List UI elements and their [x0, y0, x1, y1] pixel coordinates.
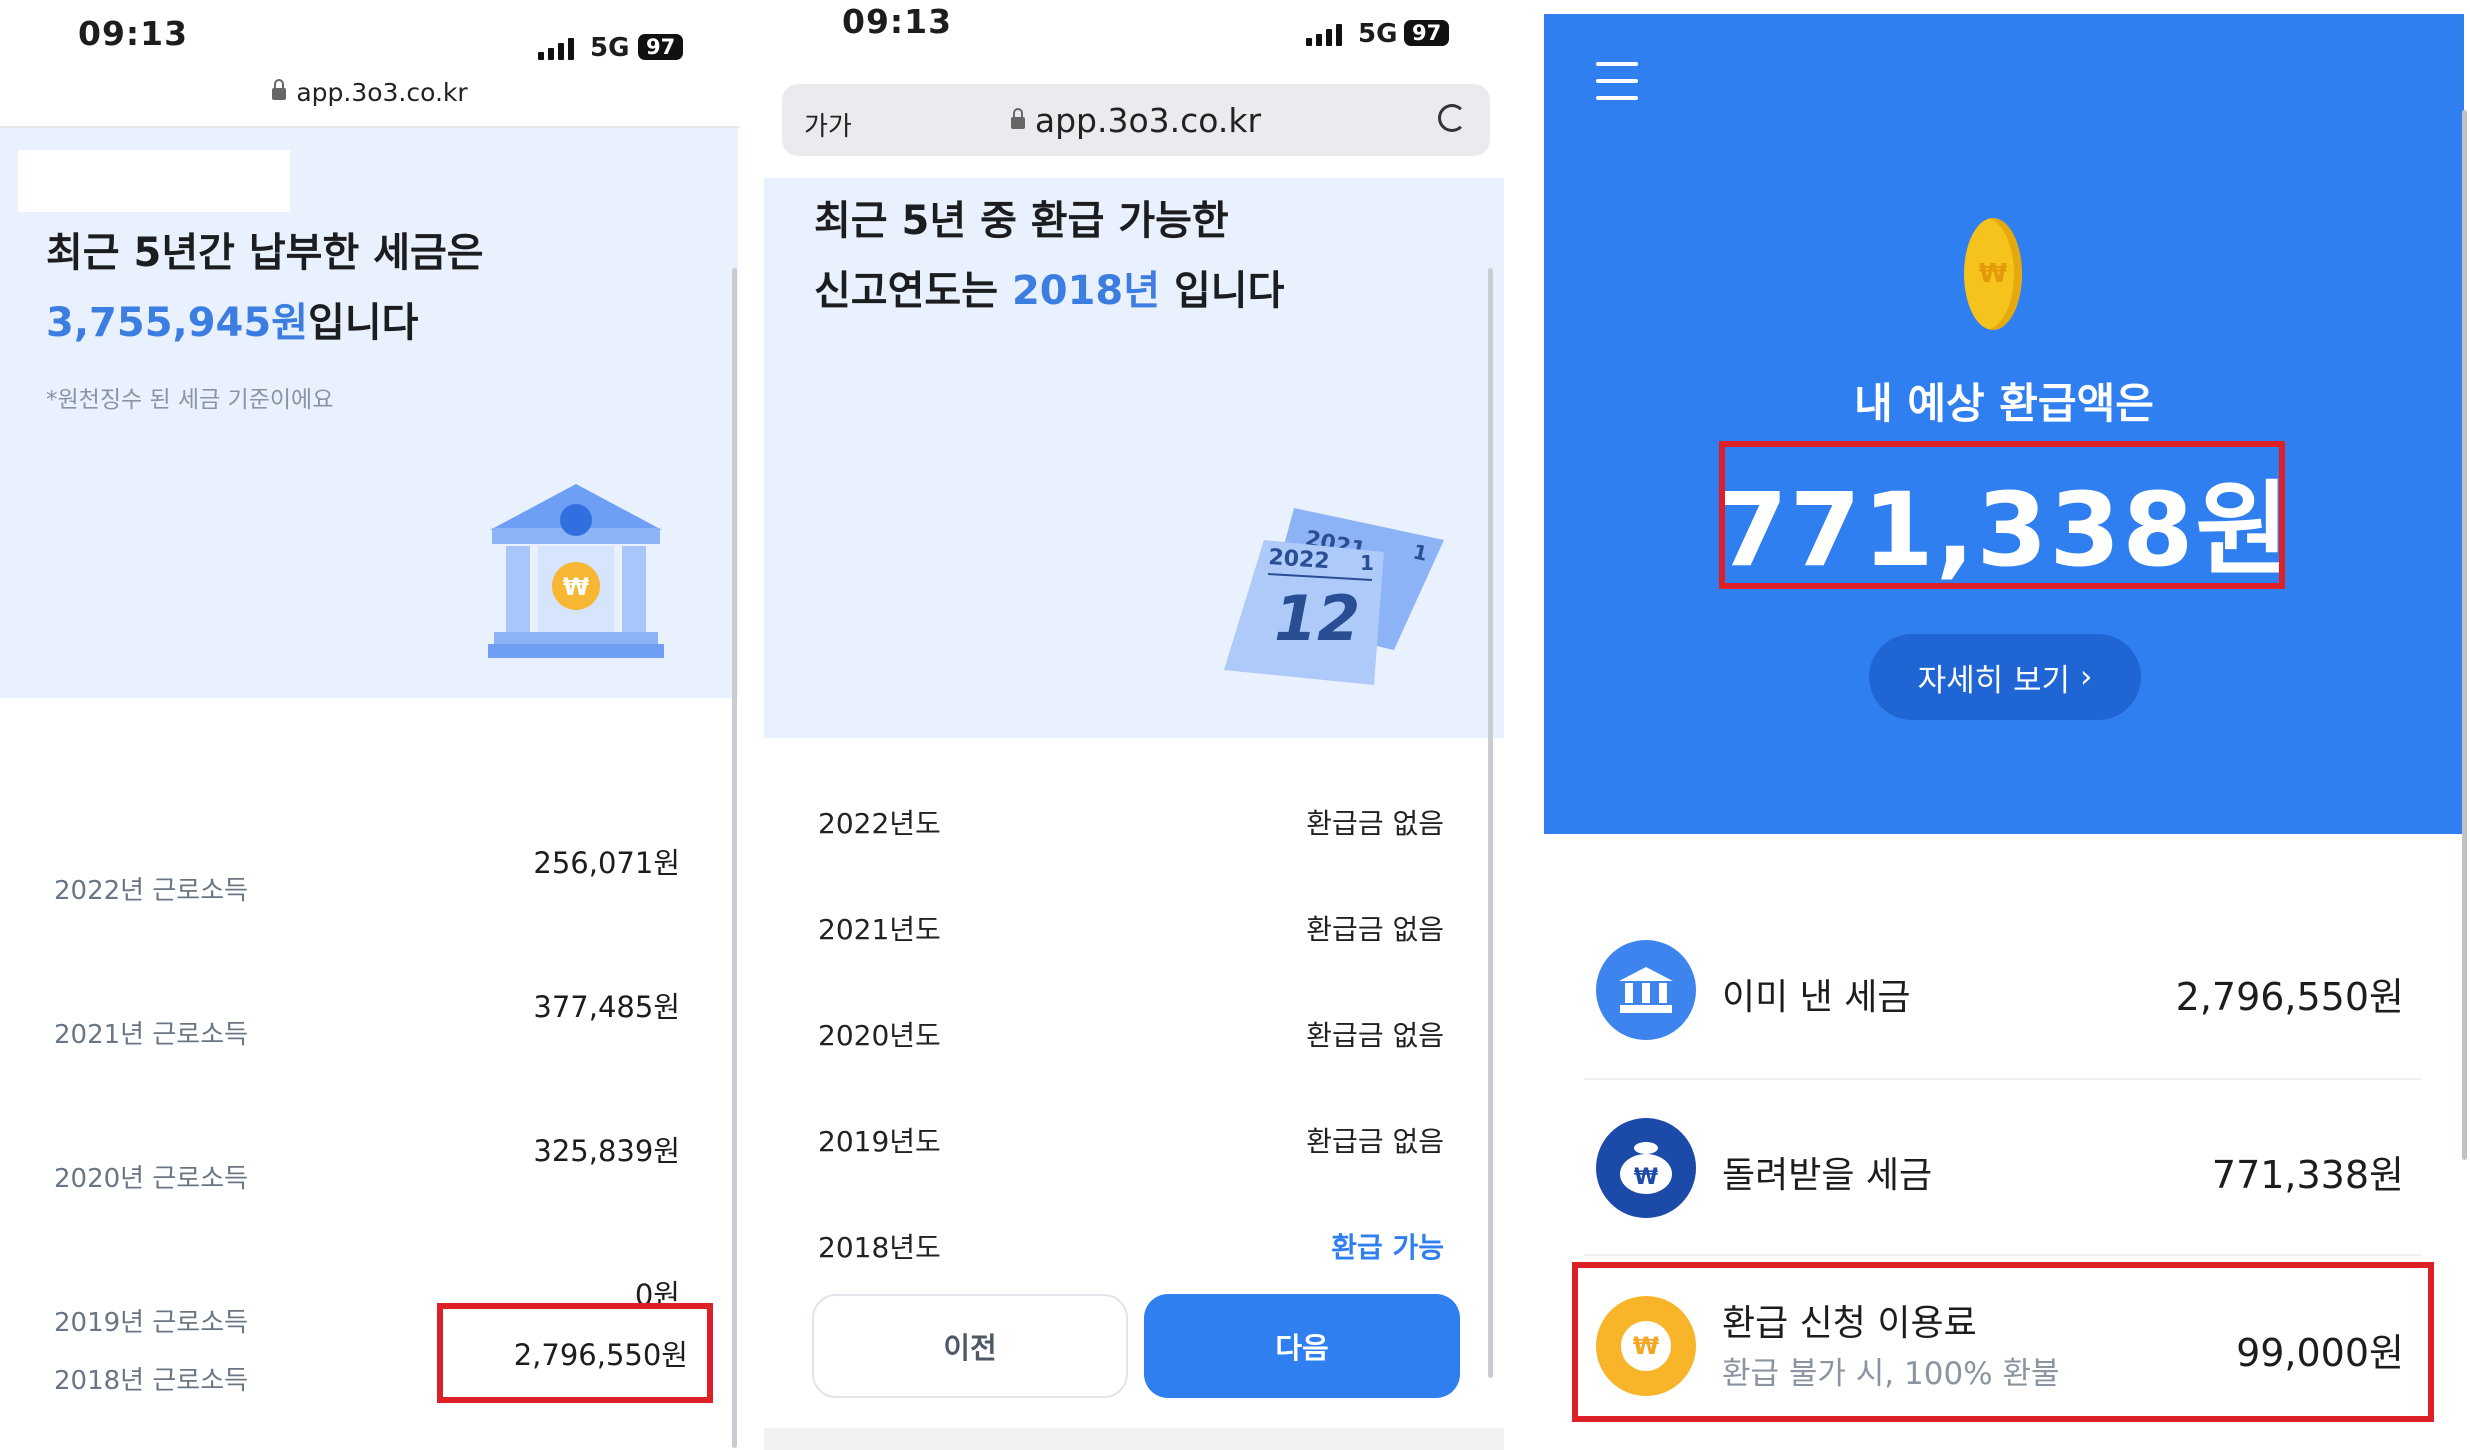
row-label: 2020년 근로소득	[54, 1164, 249, 1194]
status-bar: 09:13 5G 97	[764, 0, 1504, 70]
row-value: 256,071원	[533, 846, 680, 880]
year-status: 환급금 없음	[1306, 913, 1444, 946]
status-bar: 09:13 5G 97	[0, 0, 740, 70]
divider	[1584, 1254, 2422, 1256]
next-button[interactable]: 다음	[1144, 1294, 1460, 1398]
title-line-1: 최근 5년간 납부한 세금은	[46, 230, 484, 276]
refund-summary-panel: ₩ 내 예상 환급액은 771,338원 자세히 보기 › 이미 낸 세금 2,7…	[1544, 0, 2470, 1450]
row-label: 2019년 근로소득	[54, 1308, 249, 1338]
page-title: 최근 5년간 납부한 세금은 3,755,945원입니다	[46, 218, 484, 358]
prev-button[interactable]: 이전	[812, 1294, 1128, 1398]
item-label: 돌려받을 세금	[1722, 1155, 1933, 1196]
row-value: 377,485원	[533, 990, 680, 1024]
detail-label: 자세히 보기	[1917, 662, 2071, 699]
year-label: 2018년도	[818, 1231, 941, 1264]
calendar-front-month: 1	[1360, 551, 1374, 575]
year-status: 환급금 없음	[1306, 1019, 1444, 1052]
row-label-2018-visible: 2018년 근로소득	[54, 1366, 249, 1396]
lock-icon	[1010, 107, 1025, 129]
money-bag-icon: ₩	[1596, 1118, 1696, 1218]
row-label: 2018년 근로소득	[54, 1446, 248, 1450]
detail-button[interactable]: 자세히 보기 ›	[1869, 634, 2141, 720]
highlight-box	[437, 1303, 713, 1403]
bank-icon	[1596, 940, 1696, 1040]
refund-year: 2018년	[1011, 268, 1161, 314]
signal-icon	[538, 38, 574, 60]
title-line-1: 최근 5년 중 환급 가능한	[814, 198, 1229, 244]
calendar-icon: 2021 1 2022 1 12	[1224, 508, 1444, 685]
tax-paid-panel: 09:13 5G 97 app.3o3.co.kr 최근 5년간 납부한 세금은…	[0, 0, 740, 1450]
svg-text:₩: ₩	[1634, 1165, 1658, 1190]
chevron-right-icon: ›	[2080, 659, 2093, 695]
year-label: 2021년도	[818, 913, 941, 946]
reload-icon[interactable]	[1438, 104, 1466, 132]
divider	[1584, 1078, 2422, 1080]
refund-subtitle: 내 예상 환급액은	[1854, 379, 2154, 428]
footer-strip	[764, 1428, 1504, 1450]
battery-icon: 97	[1404, 20, 1450, 46]
address-bar[interactable]: app.3o3.co.kr	[0, 78, 740, 107]
total-tax-amount: 3,755,945원	[46, 300, 309, 346]
scrollbar[interactable]	[1488, 268, 1493, 1378]
menu-icon[interactable]	[1596, 62, 1638, 113]
url-display: app.3o3.co.kr	[782, 101, 1490, 140]
battery-icon: 97	[638, 34, 684, 60]
page-title: 최근 5년 중 환급 가능한 신고연도는 2018년 입니다	[814, 186, 1284, 326]
title-suffix: 입니다	[1160, 268, 1285, 314]
bank-illustration-icon: ₩	[488, 484, 664, 658]
title-suffix: 입니다	[308, 300, 419, 346]
svg-text:₩: ₩	[563, 573, 590, 601]
year-label: 2020년도	[818, 1019, 941, 1052]
year-status: 환급금 없음	[1306, 807, 1444, 840]
footnote: *원천징수 된 세금 기준이에요	[46, 387, 334, 413]
url-text: app.3o3.co.kr	[296, 78, 468, 107]
url-text: app.3o3.co.kr	[1034, 101, 1262, 140]
network-label: 5G	[590, 33, 630, 63]
year-label: 2019년도	[818, 1125, 941, 1158]
calendar-front-day: 12	[1274, 582, 1360, 655]
refund-year-panel: 09:13 5G 97 가가 app.3o3.co.kr 최근 5년 중 환급 …	[764, 0, 1504, 1450]
redacted-area	[18, 150, 290, 212]
row-label: 2022년 근로소득	[54, 876, 249, 906]
row-label: 2021년 근로소득	[54, 1020, 249, 1050]
status-time: 09:13	[842, 2, 953, 41]
title-line-2: 3,755,945원입니다	[46, 288, 484, 358]
year-label: 2022년도	[818, 807, 941, 840]
title-line-2: 신고연도는 2018년 입니다	[814, 256, 1284, 326]
network-label: 5G	[1358, 19, 1398, 49]
lock-icon	[272, 79, 287, 100]
highlight-box	[1719, 441, 2285, 589]
highlight-box	[1572, 1262, 2434, 1422]
item-value: 771,338원	[2211, 1153, 2404, 1197]
row-value: 325,839원	[533, 1134, 680, 1168]
signal-icon	[1306, 24, 1342, 46]
address-bar[interactable]: 가가 app.3o3.co.kr	[782, 84, 1490, 156]
refund-available-link[interactable]: 환급 가능	[1331, 1226, 1444, 1266]
title-prefix: 신고연도는	[814, 268, 1012, 314]
item-label: 이미 낸 세금	[1722, 977, 1911, 1018]
year-status: 환급금 없음	[1306, 1125, 1444, 1158]
calendar-front-year: 2022	[1268, 545, 1331, 574]
item-value: 2,796,550원	[2175, 975, 2404, 1019]
scrollbar[interactable]	[2462, 110, 2467, 1160]
status-time: 09:13	[78, 14, 189, 53]
coin-icon: ₩	[1964, 218, 2022, 330]
scrollbar[interactable]	[732, 268, 737, 1448]
